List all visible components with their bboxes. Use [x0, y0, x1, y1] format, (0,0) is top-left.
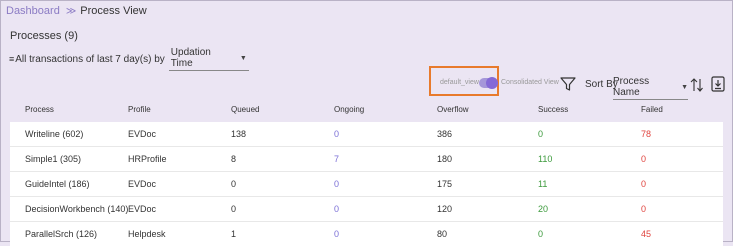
breadcrumb: Dashboard ≫ Process View: [6, 5, 147, 17]
failed-count-link[interactable]: 45: [641, 229, 651, 239]
queued-cell: 0: [231, 179, 237, 189]
process-name[interactable]: GuideIntel (186): [25, 179, 90, 189]
failed-count-link[interactable]: 0: [641, 204, 646, 214]
filter-funnel-icon[interactable]: [560, 76, 576, 92]
sort-direction-icon[interactable]: [690, 77, 704, 93]
profile-cell: EVDoc: [128, 129, 157, 139]
overflow-cell: 80: [437, 229, 448, 239]
queued-cell: 8: [231, 154, 237, 164]
column-header-ongoing[interactable]: Ongoing: [334, 105, 364, 114]
table-row[interactable]: GuideIntel (186) EVDoc 0 0 175 11 0: [10, 172, 723, 197]
profile-cell: EVDoc: [128, 179, 157, 189]
success-count-link[interactable]: 110: [538, 154, 552, 164]
page-title: Processes (9): [10, 30, 78, 42]
table-row[interactable]: Simple1 (305) HRProfile 8 7 180 110 0: [10, 147, 723, 172]
caret-down-icon: ▼: [239, 54, 247, 62]
process-name[interactable]: DecisionWorkbench (140): [25, 204, 128, 214]
ongoing-count-link[interactable]: 7: [334, 154, 339, 164]
view-toggle-switch[interactable]: [479, 77, 498, 89]
success-count-link[interactable]: 11: [538, 179, 547, 189]
time-filter-value: Updation Time: [170, 47, 211, 69]
process-name[interactable]: Simple1 (305): [25, 154, 81, 164]
default-view-label: default_view: [440, 79, 479, 86]
process-name[interactable]: Writeline (602): [25, 129, 83, 139]
overflow-cell: 120: [437, 204, 453, 214]
ongoing-count-link[interactable]: 0: [334, 229, 339, 239]
caret-down-icon: ▼: [681, 83, 688, 91]
failed-count-link[interactable]: 0: [641, 154, 646, 164]
table-row[interactable]: ParallelSrch (126) Helpdesk 1 0 80 0 45: [10, 222, 723, 246]
time-filter-dropdown[interactable]: Updation Time ▼: [168, 47, 249, 71]
profile-cell: EVDoc: [128, 204, 157, 214]
success-count-link[interactable]: 0: [538, 129, 543, 139]
failed-count-link[interactable]: 78: [641, 129, 651, 139]
table-row[interactable]: DecisionWorkbench (140) EVDoc 0 0 120 20…: [10, 197, 723, 222]
transaction-filter: ≡ All transactions of last 7 day(s) by U…: [9, 47, 249, 71]
queued-cell: 1: [231, 229, 237, 239]
profile-cell: HRProfile: [128, 154, 167, 164]
queued-cell: 0: [231, 204, 237, 214]
ongoing-count-link[interactable]: 0: [334, 204, 339, 214]
process-name[interactable]: ParallelSrch (126): [25, 229, 97, 239]
success-count-link[interactable]: 0: [538, 229, 543, 239]
failed-count-link[interactable]: 0: [641, 179, 646, 189]
overflow-cell: 175: [437, 179, 453, 189]
breadcrumb-current: Process View: [80, 5, 147, 17]
overflow-cell: 180: [437, 154, 453, 164]
column-header-overflow[interactable]: Overflow: [437, 105, 469, 114]
overflow-cell: 386: [437, 129, 453, 139]
column-header-queued[interactable]: Queued: [231, 105, 259, 114]
column-header-success[interactable]: Success: [538, 105, 568, 114]
breadcrumb-dashboard-link[interactable]: Dashboard: [6, 5, 60, 17]
success-count-link[interactable]: 20: [538, 204, 548, 214]
consolidated-view-label: Consolidated View: [501, 79, 559, 86]
table-row[interactable]: Writeline (602) EVDoc 138 0 386 0 78: [10, 122, 723, 147]
process-table: Writeline (602) EVDoc 138 0 386 0 78 Sim…: [10, 122, 723, 246]
ongoing-count-link[interactable]: 0: [334, 129, 339, 139]
toggle-knob: [486, 77, 498, 89]
sort-by-value: Process Name: [613, 76, 650, 98]
table-header: Process Profile Queued Ongoing Overflow …: [10, 102, 723, 122]
column-header-failed[interactable]: Failed: [641, 105, 663, 114]
list-filter-icon: ≡: [9, 54, 15, 64]
ongoing-count-link[interactable]: 0: [334, 179, 339, 189]
queued-cell: 138: [231, 129, 247, 139]
column-header-profile[interactable]: Profile: [128, 105, 151, 114]
download-icon[interactable]: [711, 76, 725, 92]
breadcrumb-separator-icon: ≫: [65, 5, 77, 17]
sort-by-dropdown[interactable]: Process Name ▼: [613, 76, 688, 100]
filter-prefix-text: All transactions of last 7 day(s) by: [15, 53, 165, 65]
profile-cell: Helpdesk: [128, 229, 166, 239]
column-header-process[interactable]: Process: [25, 105, 54, 114]
